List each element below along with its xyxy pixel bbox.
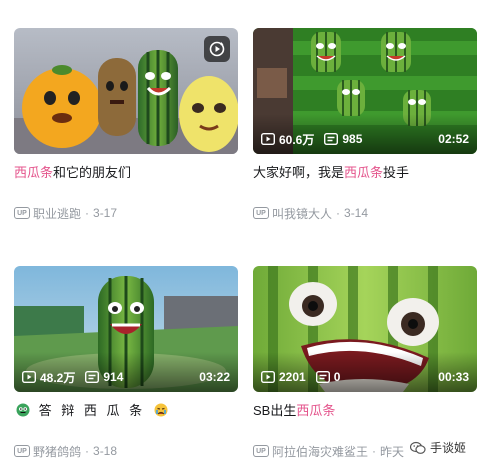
uploader-name[interactable]: 阿拉伯海灾难鲨王 bbox=[272, 443, 368, 460]
video-duration: 02:52 bbox=[438, 132, 469, 146]
play-count-icon bbox=[261, 133, 275, 145]
view-count: 48.2万 bbox=[22, 369, 75, 386]
video-card[interactable]: 48.2万 914 03:22 答 辩 西 瓜 条 UP 野猪鸽鸽 · 3-18 bbox=[14, 266, 238, 460]
play-count-icon bbox=[22, 371, 36, 383]
uploader-name[interactable]: 野猪鸽鸽 bbox=[33, 443, 81, 460]
video-duration: 00:33 bbox=[438, 370, 469, 384]
video-thumbnail[interactable]: 2201 0 00:33 bbox=[253, 266, 477, 392]
video-meta: UP 野猪鸽鸽 · 3-18 bbox=[14, 442, 238, 460]
upload-date: 3-18 bbox=[93, 444, 118, 458]
video-stats: 60.6万 985 02:52 bbox=[261, 131, 469, 147]
play-count-icon bbox=[261, 371, 275, 383]
title-text: 和它的朋友们 bbox=[53, 165, 132, 180]
up-badge-icon: UP bbox=[253, 207, 269, 219]
up-badge-icon: UP bbox=[253, 445, 269, 457]
danmaku-icon bbox=[324, 133, 339, 145]
video-stats: 2201 0 00:33 bbox=[261, 369, 469, 385]
meta-separator: · bbox=[372, 444, 377, 458]
danmaku-count: 985 bbox=[324, 132, 362, 146]
video-duration: 03:22 bbox=[199, 370, 230, 384]
green-face-emoji-icon bbox=[16, 403, 30, 417]
upload-date: 昨天 bbox=[380, 444, 405, 459]
wechat-icon bbox=[409, 441, 426, 454]
meta-separator: · bbox=[85, 444, 90, 458]
watermark-text: 手谈姬 bbox=[429, 441, 466, 455]
danmaku-count: 914 bbox=[85, 370, 123, 384]
uploader-name[interactable]: 叫我镜大人 bbox=[272, 205, 332, 222]
title-highlight: 西瓜条 bbox=[296, 403, 336, 418]
up-badge-icon: UP bbox=[14, 445, 30, 457]
view-count: 60.6万 bbox=[261, 131, 314, 148]
video-card[interactable]: 西瓜条和它的朋友们 UP 职业逃跑 · 3-17 bbox=[14, 28, 238, 222]
video-title[interactable]: SB出生西瓜条 bbox=[253, 402, 477, 442]
video-card[interactable]: 2201 0 00:33 SB出生西瓜条 UP 阿拉伯海灾难鲨王 · 昨天 bbox=[253, 266, 477, 460]
view-count: 2201 bbox=[261, 370, 306, 384]
meta-separator: · bbox=[85, 206, 90, 220]
meta-separator: · bbox=[336, 206, 341, 220]
up-badge-icon: UP bbox=[14, 207, 30, 219]
upload-date: 3-17 bbox=[93, 206, 118, 220]
video-card[interactable]: 60.6万 985 02:52 大家好啊，我是西瓜条投手 UP 叫我镜大人 · … bbox=[253, 28, 477, 222]
video-meta: UP 叫我镜大人 · 3-14 bbox=[253, 204, 477, 222]
danmaku-count: 0 bbox=[315, 370, 340, 384]
danmaku-icon bbox=[85, 371, 100, 383]
title-text: 答 辩 西 瓜 条 bbox=[38, 403, 146, 418]
crying-face-emoji-icon bbox=[154, 403, 168, 417]
watermark: 手谈姬 bbox=[405, 438, 470, 457]
replay-icon[interactable] bbox=[204, 36, 230, 62]
video-title[interactable]: 西瓜条和它的朋友们 bbox=[14, 164, 238, 204]
uploader-name[interactable]: 职业逃跑 bbox=[33, 205, 81, 222]
title-text: SB出生 bbox=[253, 403, 297, 418]
title-highlight: 西瓜条 bbox=[344, 165, 384, 180]
title-text: 投手 bbox=[383, 165, 410, 180]
danmaku-icon bbox=[315, 371, 330, 383]
video-thumbnail[interactable]: 48.2万 914 03:22 bbox=[14, 266, 238, 392]
video-title[interactable]: 大家好啊，我是西瓜条投手 bbox=[253, 164, 477, 204]
video-title[interactable]: 答 辩 西 瓜 条 bbox=[14, 402, 238, 442]
video-stats: 48.2万 914 03:22 bbox=[22, 369, 230, 385]
video-thumbnail[interactable]: 60.6万 985 02:52 bbox=[253, 28, 477, 154]
video-grid: 西瓜条和它的朋友们 UP 职业逃跑 · 3-17 60.6万 985 02:52… bbox=[0, 0, 482, 471]
title-text: 大家好啊，我是 bbox=[253, 165, 345, 180]
upload-date: 3-14 bbox=[344, 206, 369, 220]
video-meta: UP 职业逃跑 · 3-17 bbox=[14, 204, 238, 222]
video-thumbnail[interactable] bbox=[14, 28, 238, 154]
title-highlight: 西瓜条 bbox=[14, 165, 54, 180]
